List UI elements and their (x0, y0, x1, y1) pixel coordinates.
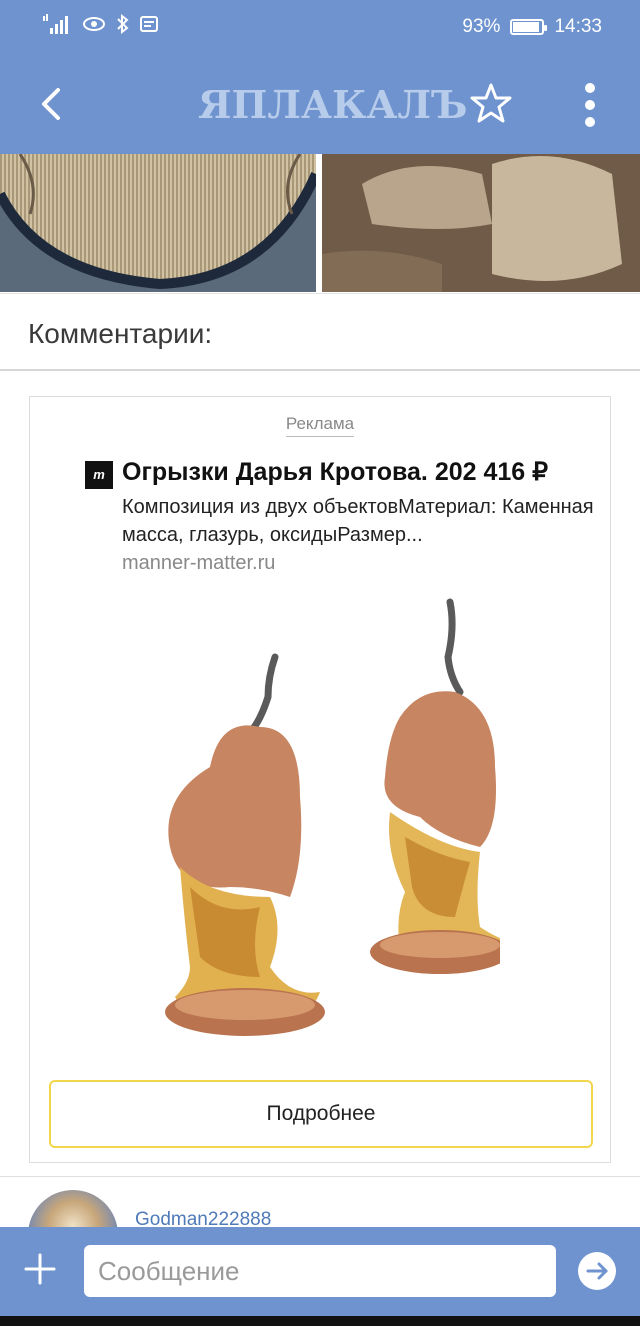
signal-icon (43, 14, 68, 34)
status-icons-right: 93% 14:33 (462, 16, 602, 38)
comments-title: Комментарии: (28, 318, 213, 349)
ad-label: Реклама (30, 414, 610, 437)
ad-title[interactable]: Огрызки Дарья Кротова. 202 416 ₽ (122, 457, 548, 487)
status-bar: 93% 14:33 (0, 0, 640, 56)
ad-domain[interactable]: manner-matter.ru (122, 552, 275, 575)
battery-icon (510, 19, 548, 35)
bluetooth-icon (117, 14, 129, 34)
ad-label-text: Реклама (285, 414, 355, 437)
favorite-button[interactable] (468, 80, 514, 126)
post-photo-right[interactable] (322, 154, 640, 292)
send-button[interactable] (578, 1252, 616, 1290)
divider (0, 1176, 640, 1177)
back-button[interactable] (30, 82, 74, 126)
more-vertical-icon (585, 83, 595, 127)
back-arrow-icon (42, 88, 60, 120)
ad-product-image[interactable] (150, 597, 500, 1057)
plus-icon (24, 1253, 56, 1285)
app-logo[interactable]: ЯПЛАКАЛЪ (198, 82, 467, 127)
add-attachment-button[interactable] (20, 1249, 60, 1289)
post-photos (0, 154, 640, 292)
battery-fill (513, 22, 540, 32)
ad-description: Композиция из двух объектовМатериал: Кам… (122, 496, 594, 546)
post-photo-left[interactable] (0, 154, 316, 292)
battery-percent: 93% (462, 16, 501, 37)
message-input[interactable] (84, 1245, 556, 1297)
ad-more-button[interactable]: Подробнее (49, 1080, 593, 1148)
star-icon (470, 83, 512, 123)
eye-icon (83, 17, 105, 31)
more-options-button[interactable] (570, 80, 610, 130)
screen: 93% 14:33 ЯПЛАКАЛЪ Комментарии: Реклама … (0, 0, 640, 1326)
status-icons-left (42, 14, 158, 34)
system-nav-strip (0, 1316, 640, 1326)
send-arrow-icon (586, 1262, 608, 1280)
app-bar: ЯПЛАКАЛЪ (0, 56, 640, 154)
comments-section-header: Комментарии: (0, 293, 640, 371)
advertiser-logo-icon: m (85, 461, 113, 489)
message-bar (0, 1227, 640, 1316)
notification-icon (140, 16, 158, 32)
ad-card[interactable]: Реклама m Огрызки Дарья Кротова. 202 416… (29, 396, 611, 1163)
clock: 14:33 (554, 16, 602, 37)
